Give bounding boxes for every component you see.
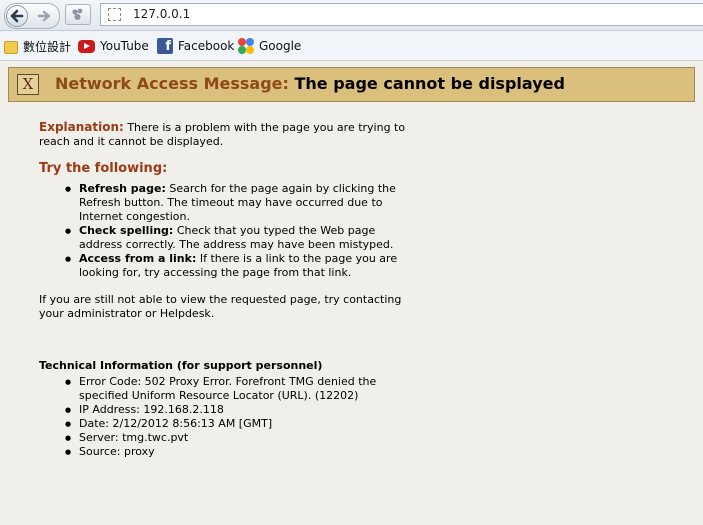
tech-info-list: Error Code: 502 Proxy Error. Forefront T… — [39, 375, 409, 459]
back-arrow-icon — [10, 9, 24, 23]
list-item: Error Code: 502 Proxy Error. Forefront T… — [65, 375, 405, 403]
list-item: Server: tmg.twc.pvt — [65, 431, 405, 445]
nav-button-group — [4, 3, 60, 29]
page-icon — [108, 8, 121, 21]
address-bar[interactable]: 127.0.0.1 — [100, 3, 703, 26]
explanation-label: Explanation: — [39, 120, 124, 134]
bookmark-google[interactable]: Google — [238, 37, 301, 55]
youtube-icon — [78, 39, 95, 53]
list-item: IP Address: 192.168.2.118 — [65, 403, 405, 417]
list-item: Check spelling: Check that you typed the… — [65, 224, 405, 252]
tip-label: Refresh page: — [79, 182, 166, 195]
google-icon — [238, 38, 254, 54]
browser-toolbar: 127.0.0.1 — [0, 0, 703, 31]
facebook-icon: f — [157, 38, 173, 54]
bookmark-label: Google — [259, 39, 302, 53]
forward-button[interactable] — [35, 6, 55, 26]
url-text[interactable]: 127.0.0.1 — [133, 7, 190, 21]
paw-icon — [72, 8, 83, 20]
banner-title: Network Access Message: The page cannot … — [55, 74, 565, 93]
bookmark-facebook[interactable]: f Facebook — [157, 37, 234, 55]
list-item: Source: proxy — [65, 445, 405, 459]
try-title: Try the following: — [39, 161, 168, 176]
list-item: Date: 2/12/2012 8:56:13 AM [GMT] — [65, 417, 405, 431]
bookmark-label: Facebook — [178, 39, 235, 53]
bookmark-label: 數位設計 — [23, 39, 72, 54]
tip-label: Access from a link: — [79, 252, 197, 265]
extension-button[interactable] — [65, 4, 91, 25]
bookmark-label: YouTube — [100, 39, 149, 53]
banner-main-title: The page cannot be displayed — [294, 74, 565, 93]
bookmark-youtube[interactable]: YouTube — [78, 37, 149, 55]
contact-text: If you are still not able to view the re… — [39, 293, 402, 320]
error-content: Explanation: There is a problem with the… — [39, 120, 409, 459]
bookmark-folder[interactable]: 數位設計 — [4, 37, 71, 55]
list-item: Access from a link: If there is a link t… — [65, 252, 405, 280]
tip-label: Check spelling: — [79, 224, 174, 237]
tips-list: Refresh page: Search for the page again … — [39, 182, 409, 280]
bookmarks-bar: 數位設計 YouTube f Facebook Google — [0, 31, 703, 61]
explanation: Explanation: There is a problem with the… — [39, 120, 409, 149]
banner-prefix: Network Access Message: — [55, 74, 289, 93]
forward-arrow-icon — [37, 10, 51, 22]
error-banner: X Network Access Message: The page canno… — [8, 67, 695, 102]
folder-icon — [4, 40, 18, 54]
list-item: Refresh page: Search for the page again … — [65, 182, 405, 224]
back-button[interactable] — [6, 5, 28, 27]
error-x-icon: X — [17, 74, 39, 95]
tech-info-title: Technical Information (for support perso… — [39, 359, 323, 372]
